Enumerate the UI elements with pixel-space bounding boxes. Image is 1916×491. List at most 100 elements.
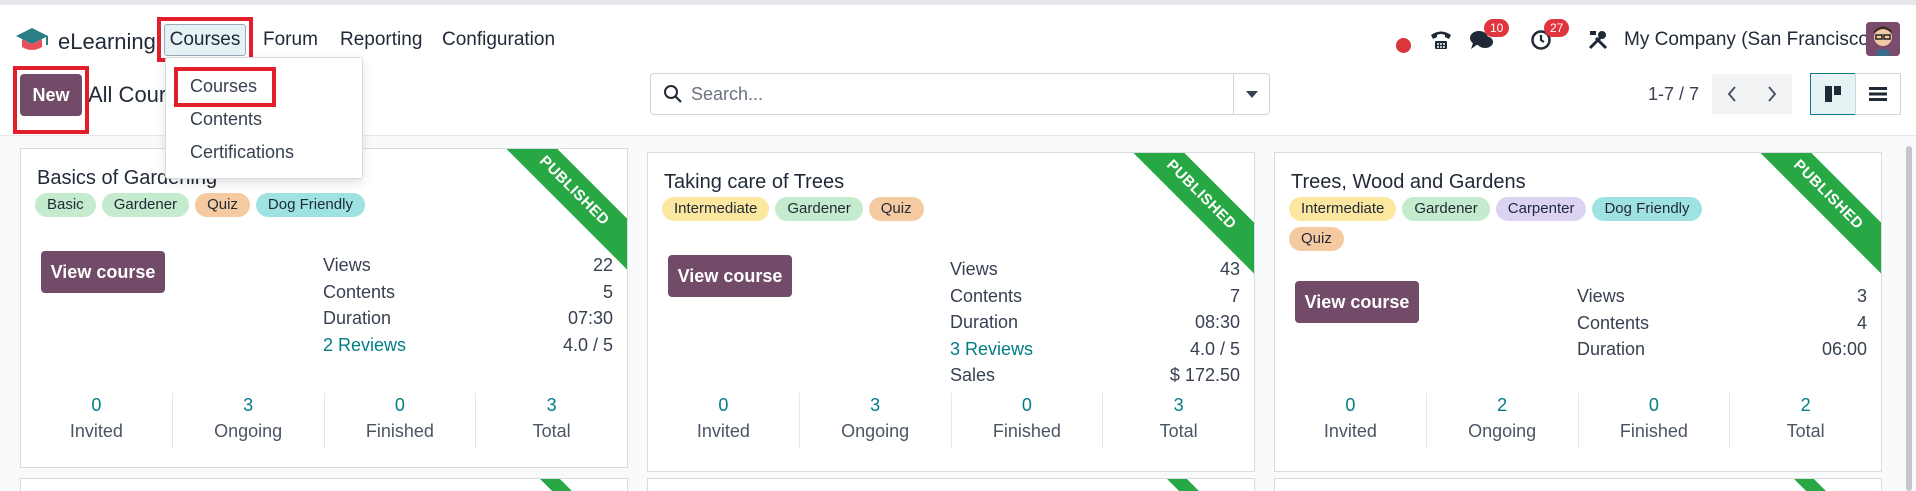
chevron-left-icon — [1727, 86, 1736, 102]
pager-next[interactable] — [1752, 74, 1792, 114]
stat-value: 06:00 — [1821, 339, 1867, 359]
tag: Quiz — [195, 193, 250, 217]
view-course-button[interactable]: View course — [668, 255, 792, 297]
company-switcher[interactable]: My Company (San Francisco) — [1624, 29, 1875, 51]
stat-value: 22 — [592, 255, 613, 275]
list-view-button[interactable] — [1855, 73, 1901, 115]
clock-icon[interactable]: 27 — [1528, 19, 1570, 53]
pager-value[interactable]: 1-7 / 7 — [1648, 84, 1699, 105]
stat-label: Contents — [950, 285, 1023, 306]
attendee-counts: 0 Invited 3 Ongoing 0 Finished 3 Total — [21, 393, 627, 449]
stat-value: 4 — [1856, 312, 1867, 333]
count-label: Finished — [1619, 421, 1688, 441]
count-number: 3 — [243, 395, 254, 415]
tag-list: Intermediate Gardener Carpenter Dog Frie… — [1289, 197, 1729, 251]
search-icon — [664, 85, 682, 103]
attendee-counts: 0 Invited 3 Ongoing 0 Finished 3 Total — [648, 393, 1254, 449]
kanban-view-button[interactable] — [1810, 73, 1856, 115]
tag: Quiz — [1289, 227, 1344, 251]
menu-configuration[interactable]: Configuration — [442, 29, 555, 51]
tag: Quiz — [868, 197, 924, 221]
count-ongoing[interactable]: 3 Ongoing — [173, 393, 325, 449]
view-course-button[interactable]: View course — [41, 251, 165, 293]
view-course-button[interactable]: View course — [1295, 281, 1419, 323]
count-finished[interactable]: 0 Finished — [1579, 393, 1731, 449]
count-number: 2 — [1497, 395, 1508, 415]
course-card[interactable]: PUBLISHED Trees, Wood and Gardens Interm… — [1274, 152, 1882, 472]
count-number: 0 — [394, 395, 405, 415]
reviews-link[interactable]: 2 Reviews — [323, 332, 406, 359]
count-label: Total — [532, 421, 571, 441]
count-ongoing[interactable]: 3 Ongoing — [800, 393, 952, 449]
graduation-cap-icon[interactable] — [14, 22, 50, 58]
tag-list: Intermediate Gardener Quiz — [662, 197, 1142, 221]
count-finished[interactable]: 0 Finished — [325, 393, 477, 449]
app-name[interactable]: eLearning — [58, 29, 156, 55]
published-ribbon — [1157, 479, 1211, 491]
stat-row: 3 Reviews 4.0 / 5 — [950, 336, 1240, 363]
count-invited[interactable]: 0 Invited — [648, 393, 800, 449]
dropdown-item-certifications[interactable]: Certifications — [190, 142, 294, 163]
count-total[interactable]: 3 Total — [1103, 393, 1254, 449]
count-ongoing[interactable]: 2 Ongoing — [1427, 393, 1579, 449]
highlight-box — [13, 66, 89, 134]
stat-label: Views — [1577, 286, 1625, 306]
count-number: 3 — [870, 395, 881, 415]
pager-previous[interactable] — [1712, 74, 1752, 114]
search-options-toggle[interactable] — [1233, 74, 1269, 114]
stat-value: 4.0 / 5 — [562, 334, 613, 355]
stat-row: Views 22 — [323, 252, 613, 279]
dropdown-item-contents[interactable]: Contents — [190, 109, 262, 130]
count-invited[interactable]: 0 Invited — [1275, 393, 1427, 449]
reviews-link[interactable]: 3 Reviews — [950, 336, 1033, 363]
count-number: 0 — [1345, 395, 1356, 415]
count-number: 0 — [91, 395, 102, 415]
phone-icon[interactable] — [1428, 27, 1454, 53]
count-label: Invited — [1323, 421, 1377, 441]
course-card[interactable]: PUBLISHED Basics of Gardening Basic Gard… — [20, 148, 628, 468]
count-number: 0 — [1648, 395, 1659, 415]
count-label: Finished — [365, 421, 434, 441]
course-card-partial[interactable] — [20, 478, 628, 491]
count-label: Ongoing — [1468, 421, 1537, 441]
chat-icon[interactable]: 10 — [1468, 19, 1510, 53]
stat-label: Sales — [950, 365, 996, 385]
count-label: Invited — [696, 421, 750, 441]
count-invited[interactable]: 0 Invited — [21, 393, 173, 449]
course-title[interactable]: Taking care of Trees — [664, 171, 844, 194]
stat-label: Duration — [323, 308, 392, 328]
course-title[interactable]: Trees, Wood and Gardens — [1291, 171, 1526, 194]
menu-reporting[interactable]: Reporting — [340, 29, 422, 51]
published-ribbon — [530, 479, 584, 491]
count-total[interactable]: 3 Total — [476, 393, 627, 449]
course-stats: Views 3 Contents 4 Duration 06:00 — [1577, 283, 1867, 363]
menu-courses[interactable]: Courses — [164, 24, 246, 56]
messages-badge: 10 — [1484, 19, 1510, 37]
count-total[interactable]: 2 Total — [1730, 393, 1881, 449]
course-card-partial[interactable] — [647, 478, 1255, 491]
tag: Gardener — [1402, 197, 1490, 221]
tools-icon[interactable] — [1586, 27, 1610, 53]
status-dot[interactable] — [1396, 32, 1411, 58]
menu-forum[interactable]: Forum — [263, 29, 318, 51]
list-icon — [1869, 87, 1887, 101]
count-number: 3 — [1173, 395, 1184, 415]
course-stats: Views 22 Contents 5 Duration 07:30 2 Review… — [323, 252, 613, 358]
tag-list: Basic Gardener Quiz Dog Friendly — [35, 193, 515, 217]
stat-label: Contents — [1577, 312, 1650, 333]
search-input[interactable] — [691, 74, 1221, 114]
count-label: Invited — [69, 421, 123, 441]
course-card[interactable]: PUBLISHED Taking care of Trees Intermedi… — [647, 152, 1255, 472]
count-finished[interactable]: 0 Finished — [952, 393, 1104, 449]
user-avatar-icon[interactable] — [1866, 22, 1900, 56]
tag: Carpenter — [1495, 197, 1587, 221]
stat-value: 08:30 — [1194, 312, 1240, 332]
stat-row: Contents 5 — [323, 279, 613, 306]
stat-value: 4.0 / 5 — [1189, 338, 1240, 359]
course-card-partial[interactable] — [1274, 478, 1882, 491]
count-label: Ongoing — [214, 421, 283, 441]
caret-down-icon — [1245, 90, 1258, 98]
highlight-box — [174, 67, 276, 107]
scrollbar[interactable] — [1906, 146, 1912, 491]
count-number: 3 — [546, 395, 557, 415]
